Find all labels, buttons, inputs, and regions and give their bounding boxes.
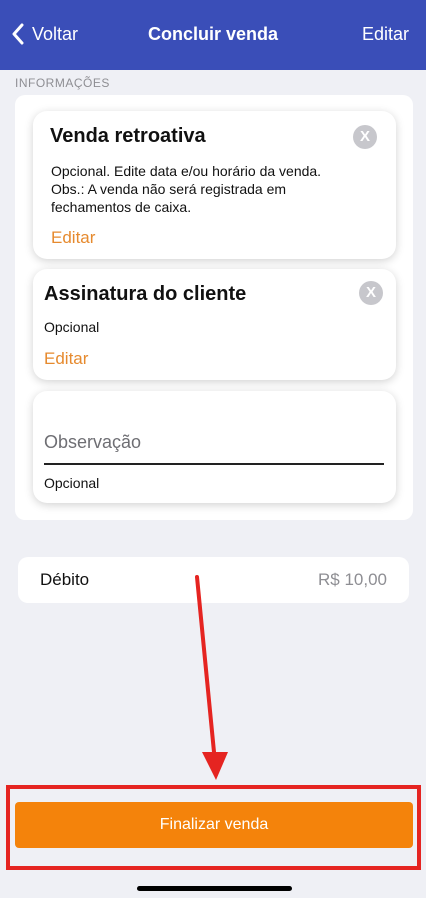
home-indicator [137,886,292,891]
retroactive-sale-description-line-3: fechamentos de caixa. [51,199,192,215]
observation-input[interactable] [44,421,384,465]
observation-subtitle: Opcional [44,475,100,491]
close-icon[interactable]: X [353,125,377,149]
retroactive-sale-description-line-1: Opcional. Edite data e/ou horário da ven… [51,163,322,179]
edit-button[interactable]: Editar [362,24,409,45]
payment-method-label: Débito [40,570,90,589]
customer-signature-subtitle: Opcional [44,319,100,335]
payment-amount: R$ 10,00 [318,570,387,589]
finalize-sale-button[interactable]: Finalizar venda [15,802,413,848]
section-header-informacoes: INFORMAÇÕES [15,76,110,90]
customer-signature-title: Assinatura do cliente [44,283,247,305]
retroactive-sale-description-line-2: Obs.: A venda não será registrada em [51,181,287,197]
customer-signature-card: Assinatura do cliente X Opcional Editar [33,269,396,380]
customer-signature-edit-link[interactable]: Editar [44,349,88,369]
retroactive-sale-edit-link[interactable]: Editar [51,228,95,248]
payment-row: Débito R$ 10,00 [18,557,409,603]
retroactive-sale-card: Venda retroativa X Opcional. Edite data … [33,111,396,259]
retroactive-sale-title: Venda retroativa [50,125,206,147]
close-icon[interactable]: X [359,281,383,305]
observation-card: Opcional [33,391,396,503]
navigation-bar: Voltar Concluir venda Editar [0,0,426,70]
